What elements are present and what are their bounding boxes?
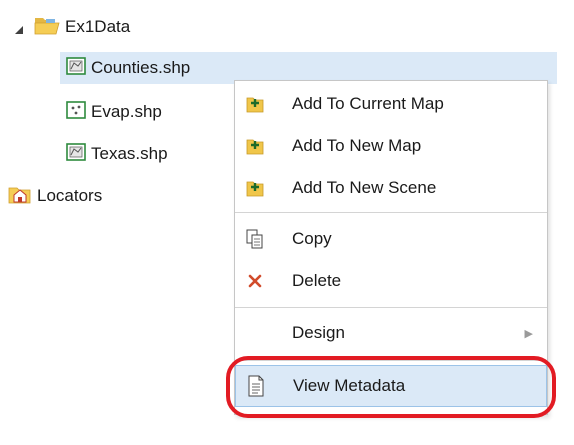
menu-item-label: Add To Current Map [292,94,444,113]
menu-item-add-to-new-scene[interactable]: Add To New Scene [235,167,547,209]
menu-item-label: View Metadata [293,376,406,395]
locators-icon [8,183,32,210]
expand-collapse-arrow-icon[interactable] [14,22,24,40]
tree-item-ex1data[interactable]: Ex1Data [34,12,130,42]
tree-item-label: Ex1Data [65,17,131,36]
menu-separator [235,307,547,308]
tree-item-evap[interactable]: Evap.shp [66,97,162,127]
add-data-icon [243,134,267,158]
add-data-icon [243,176,267,200]
menu-item-label: Design [292,323,345,342]
menu-item-add-to-current-map[interactable]: Add To Current Map [235,83,547,125]
delete-x-icon [243,269,267,293]
polygon-shapefile-icon [66,56,86,80]
menu-item-label: Add To New Map [292,136,422,155]
menu-separator [235,212,547,213]
submenu-arrow-icon: ▶ [524,327,533,340]
copy-icon [243,227,267,251]
menu-item-label: Add To New Scene [292,178,437,197]
tree-item-locators[interactable]: Locators [8,181,102,211]
point-shapefile-icon [66,100,86,124]
tree-item-label: Counties.shp [91,58,191,77]
tree-item-label: Evap.shp [91,102,162,121]
menu-separator [235,360,547,361]
menu-item-label: Copy [292,229,332,248]
tree-item-label: Locators [37,186,103,205]
metadata-icon [244,374,268,398]
polygon-shapefile-icon [66,142,86,166]
context-menu: Add To Current Map Add To New Map Add To… [234,80,548,415]
menu-item-label: Delete [292,271,342,290]
tree-item-counties[interactable]: Counties.shp [66,53,190,83]
tree-item-texas[interactable]: Texas.shp [66,139,168,169]
folder-open-icon [34,15,60,40]
menu-item-view-metadata[interactable]: View Metadata [235,365,547,407]
menu-item-delete[interactable]: Delete [235,260,547,302]
menu-item-add-to-new-map[interactable]: Add To New Map [235,125,547,167]
menu-item-copy[interactable]: Copy [235,218,547,260]
tree-item-label: Texas.shp [91,144,168,163]
add-data-icon [243,92,267,116]
menu-item-design[interactable]: Design ▶ [235,312,547,354]
